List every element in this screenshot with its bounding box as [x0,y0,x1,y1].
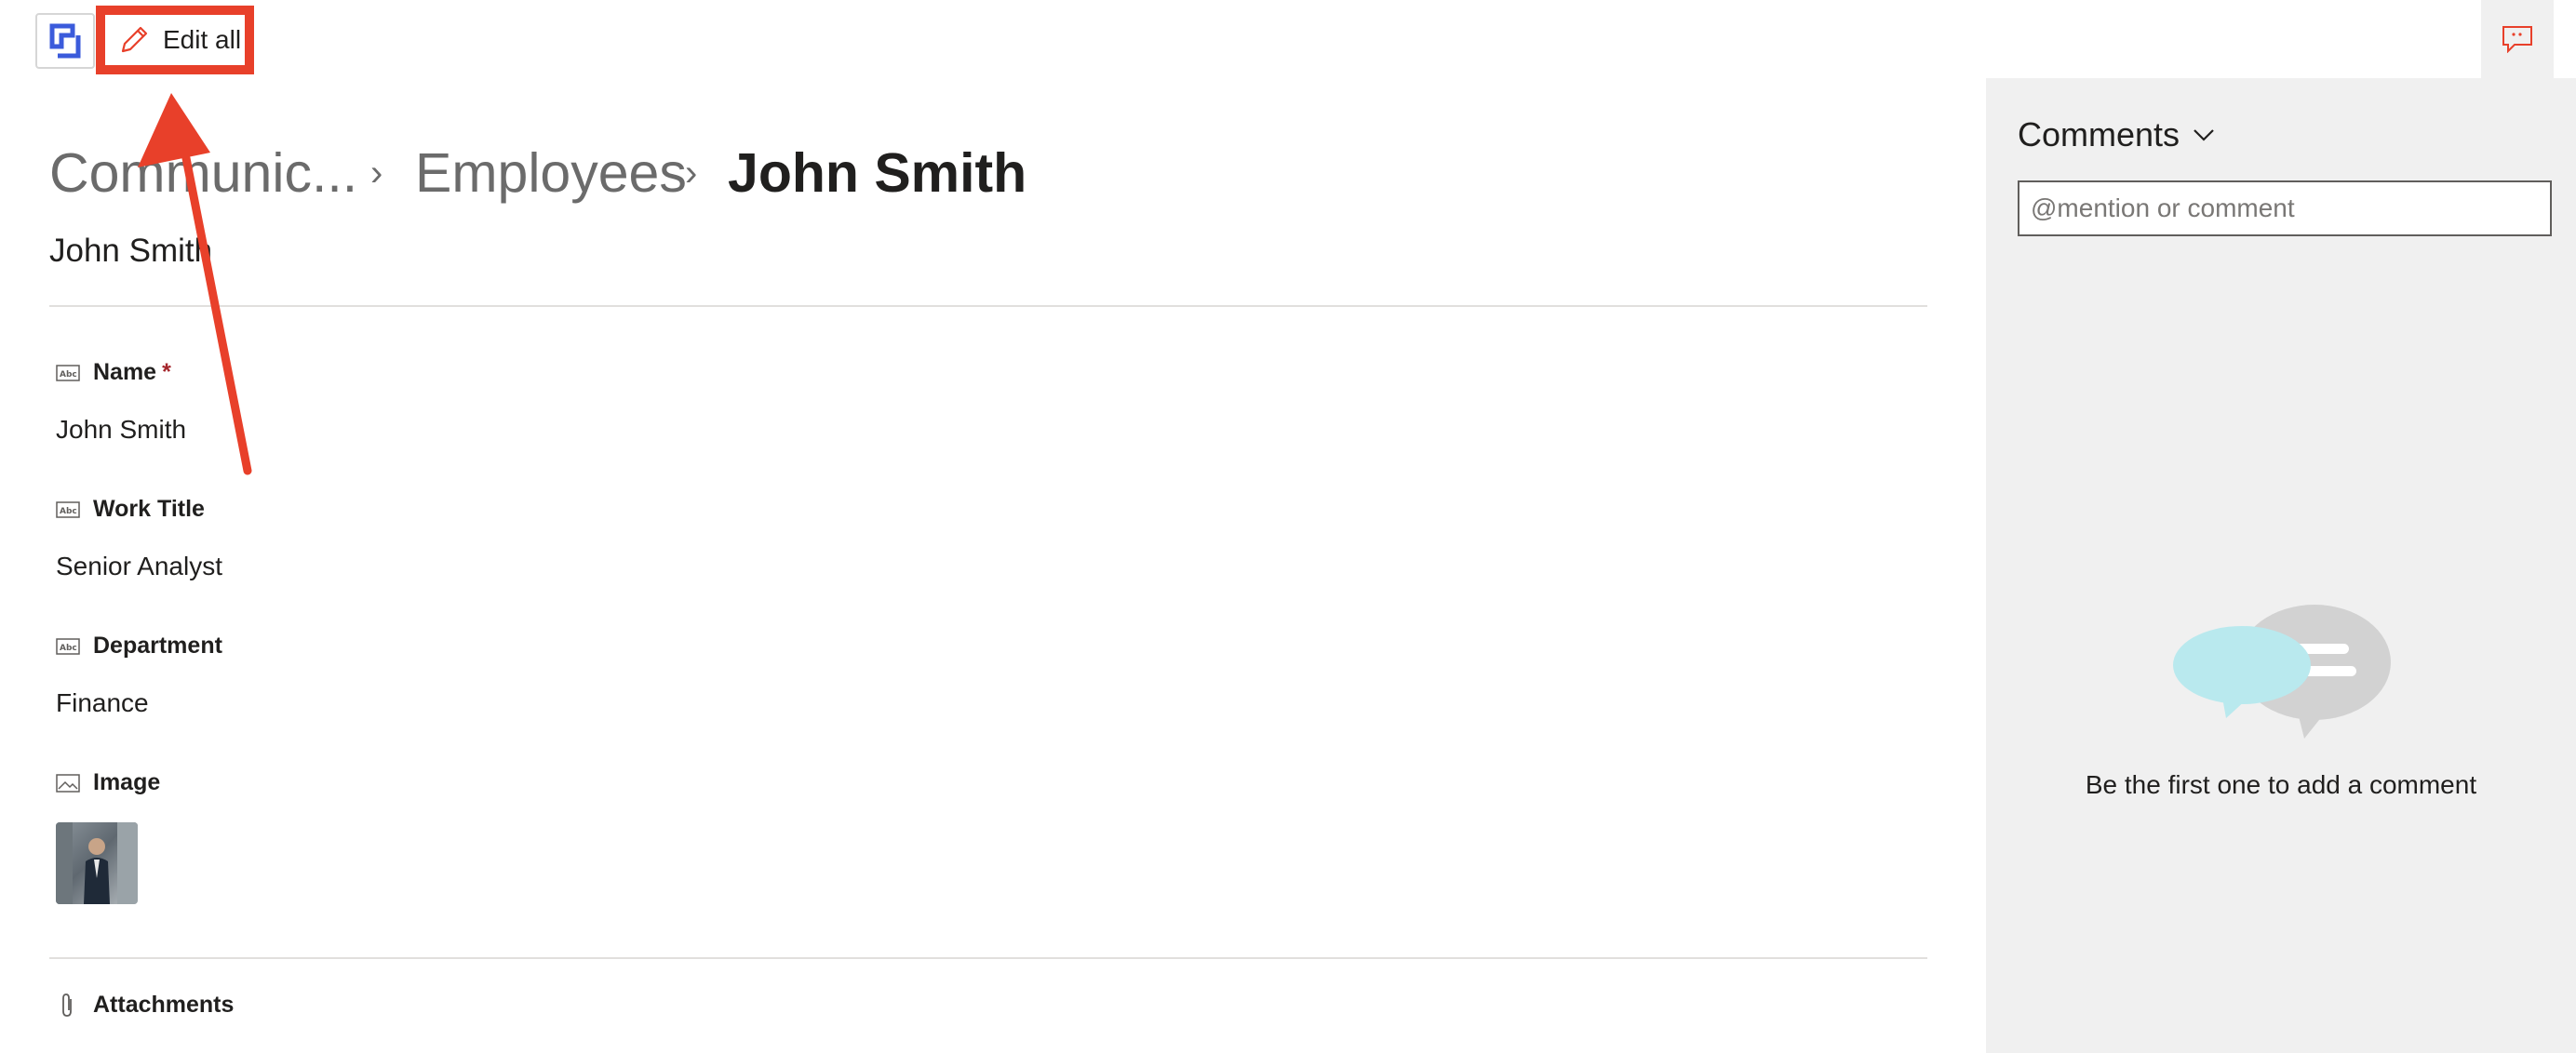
field-label-department: Abc Department [56,633,222,660]
attachments-section: Attachments [56,992,234,1019]
person-photo-icon [56,822,138,904]
employee-photo-thumbnail[interactable] [56,822,138,904]
item-title: John Smith [49,233,213,269]
paperclip-icon [62,993,72,1017]
chevron-right-icon: › [370,153,383,193]
chevron-down-icon [2194,129,2214,141]
comments-toggle-button[interactable] [2481,0,2554,78]
field-label-name: Abc Name * [56,359,171,386]
breadcrumb-item-site[interactable]: Communic... [49,140,357,207]
app-logo-icon [49,23,81,59]
breadcrumb-item-list[interactable]: Employees [415,140,687,207]
field-value-work-title[interactable]: Senior Analyst [56,552,222,581]
field-label-work-title: Abc Work Title [56,496,205,523]
divider [49,305,1927,307]
app-logo-button[interactable] [35,13,95,69]
breadcrumb-item-current: John Smith [728,142,1027,204]
field-label-image: Image [56,769,160,796]
chevron-right-icon: › [685,153,698,193]
text-field-icon: Abc [56,637,80,655]
svg-text:Abc: Abc [60,644,77,653]
svg-text:Abc: Abc [60,507,77,516]
field-value-name[interactable]: John Smith [56,415,186,445]
text-field-icon: Abc [56,364,80,381]
comments-header[interactable]: Comments [2018,115,2215,154]
comment-icon [2502,26,2532,53]
image-field-icon [56,773,80,793]
svg-text:Abc: Abc [60,370,77,380]
comments-title: Comments [2018,115,2180,153]
comment-input[interactable] [2018,180,2552,236]
divider [49,957,1927,959]
pencil-icon [121,26,148,53]
edit-all-button[interactable]: Edit all [96,6,254,74]
field-value-department[interactable]: Finance [56,688,149,718]
required-marker: * [162,359,171,385]
empty-comments-message: Be the first one to add a comment [2085,770,2477,799]
text-field-icon: Abc [56,500,80,518]
empty-comments-illustration-icon [2173,605,2391,739]
edit-all-label: Edit all [163,25,242,54]
